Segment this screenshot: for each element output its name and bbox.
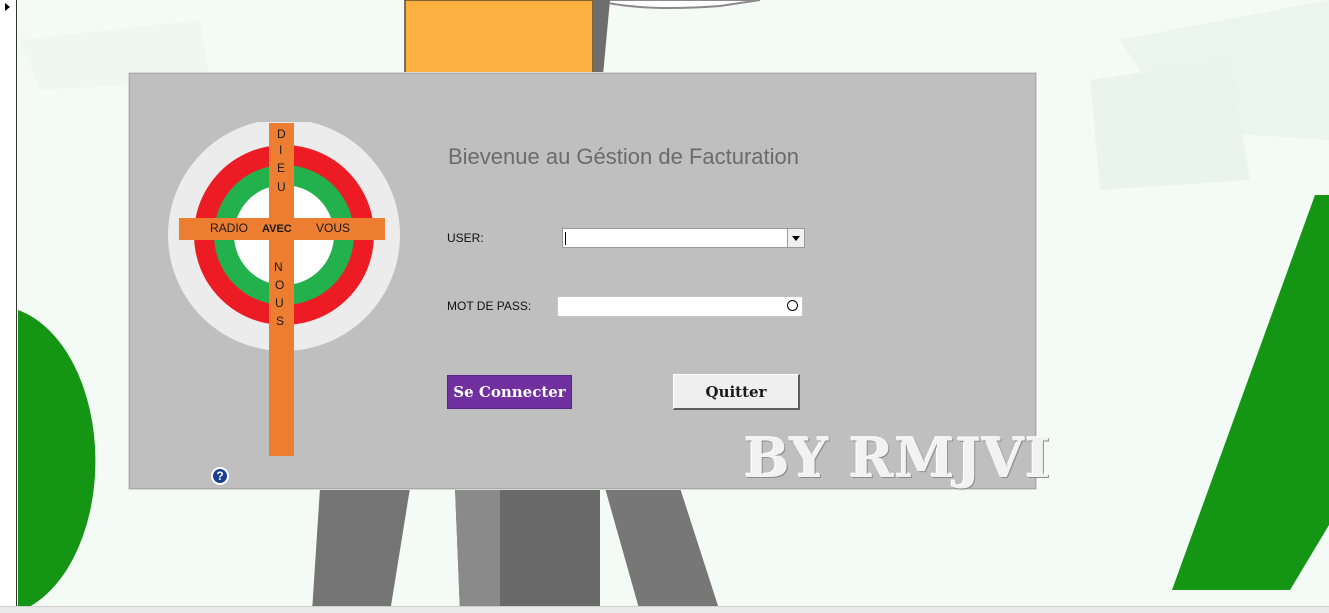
logo-word-vous: VOUS [316, 221, 350, 235]
radio-circle-icon[interactable] [787, 300, 798, 311]
welcome-title: Bievenue au Géstion de Facturation [448, 144, 800, 169]
logo-letter: E [277, 161, 285, 175]
connect-button[interactable]: Se Connecter [447, 375, 572, 409]
menu-arrow-icon[interactable] [5, 3, 10, 11]
dropdown-arrow-icon[interactable] [787, 229, 804, 247]
password-input[interactable] [557, 296, 803, 317]
radio-logo: RADIO AVEC VOUS D I E U N O U S [166, 119, 402, 458]
text-caret [565, 232, 566, 245]
logo-letter: I [279, 143, 282, 157]
author-watermark: BY RMJVI [744, 426, 1052, 490]
logo-word-radio: RADIO [210, 221, 248, 235]
logo-letter: N [274, 260, 283, 274]
left-gutter [0, 0, 17, 612]
logo-letter: U [275, 296, 284, 310]
logo-letter: D [277, 127, 286, 141]
quit-button[interactable]: Quitter [673, 374, 800, 410]
help-icon[interactable]: ? [211, 467, 229, 485]
user-label: USER: [447, 231, 484, 245]
user-dropdown[interactable] [562, 228, 805, 248]
login-dialog: RADIO AVEC VOUS D I E U N O U S Bievenue… [129, 73, 1050, 490]
logo-letter: U [277, 180, 286, 194]
password-label: MOT DE PASS: [447, 299, 532, 313]
logo-letter: S [276, 314, 284, 328]
logo-word-avec: AVEC [262, 223, 292, 235]
logo-letter: O [275, 278, 284, 292]
